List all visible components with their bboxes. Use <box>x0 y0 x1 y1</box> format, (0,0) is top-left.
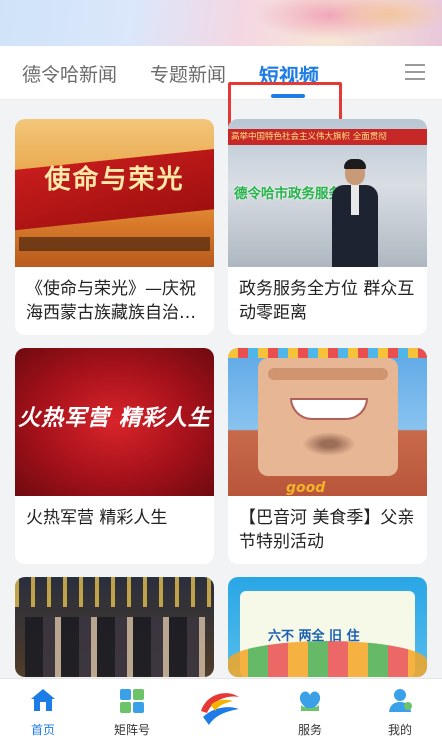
video-card[interactable]: 火热军营 精彩人生 火热军营 精彩人生 <box>15 348 214 564</box>
thumbnail-title: 六不 两全 旧 住 <box>268 629 360 644</box>
tab-delingha-news[interactable]: 德令哈新闻 <box>22 60 117 87</box>
nav-profile[interactable]: 我的 <box>370 685 430 738</box>
thumbnail-title: 火热军营 精彩人生 <box>18 406 211 431</box>
nav-app-logo[interactable] <box>190 685 250 729</box>
video-title: 政务服务全方位 群众互动零距离 <box>239 279 415 323</box>
matrix-icon <box>117 685 147 715</box>
bottom-navigation: 首页 矩阵号 服务 我的 <box>0 678 442 742</box>
video-thumbnail: good <box>228 348 427 496</box>
nav-label: 矩阵号 <box>113 723 150 737</box>
thumbnail-title: 使命与荣光 <box>44 165 185 195</box>
top-banner <box>0 0 442 46</box>
video-title: 《使命与荣光》—庆祝海西蒙古族藏族自治… <box>26 279 196 323</box>
video-thumbnail: 火热军营 精彩人生 <box>15 348 214 496</box>
nav-matrix[interactable]: 矩阵号 <box>102 685 162 738</box>
video-thumbnail: 使命与荣光 <box>15 119 214 267</box>
video-thumbnail <box>15 577 214 677</box>
person-figure <box>332 159 378 267</box>
nav-home[interactable]: 首页 <box>13 685 73 738</box>
nav-service[interactable]: 服务 <box>280 685 340 738</box>
nav-label: 服务 <box>297 723 322 737</box>
thumbnail-banner: 高举中国特色社会主义伟大旗帜 全面贯彻 <box>228 129 427 145</box>
nav-label: 首页 <box>30 723 55 737</box>
video-thumbnail: 六不 两全 旧 住 <box>228 577 427 677</box>
service-icon <box>295 685 325 715</box>
video-card[interactable] <box>15 577 214 677</box>
profile-icon <box>385 685 415 715</box>
tab-special-news[interactable]: 专题新闻 <box>150 60 230 87</box>
channel-tab-bar: 德令哈新闻 专题新闻 短视频 <box>0 46 442 158</box>
thumbnail-title: good <box>286 480 326 496</box>
video-card[interactable]: 高举中国特色社会主义伟大旗帜 全面贯彻 德令哈市政务服务中心 政务服务全方位 群… <box>228 119 427 335</box>
video-card[interactable]: 六不 两全 旧 住 <box>228 577 427 677</box>
video-card[interactable]: 使命与荣光 《使命与荣光》—庆祝海西蒙古族藏族自治… <box>15 119 214 335</box>
video-title: 【巴音河 美食季】父亲节特别活动 <box>239 508 415 552</box>
menu-icon[interactable] <box>405 63 425 81</box>
video-thumbnail: 高举中国特色社会主义伟大旗帜 全面贯彻 德令哈市政务服务中心 <box>228 119 427 267</box>
app-logo <box>197 685 243 729</box>
nav-label: 我的 <box>387 723 412 737</box>
video-title: 火热军营 精彩人生 <box>26 508 168 528</box>
video-card[interactable]: good 【巴音河 美食季】父亲节特别活动 <box>228 348 427 564</box>
home-icon <box>28 685 58 715</box>
